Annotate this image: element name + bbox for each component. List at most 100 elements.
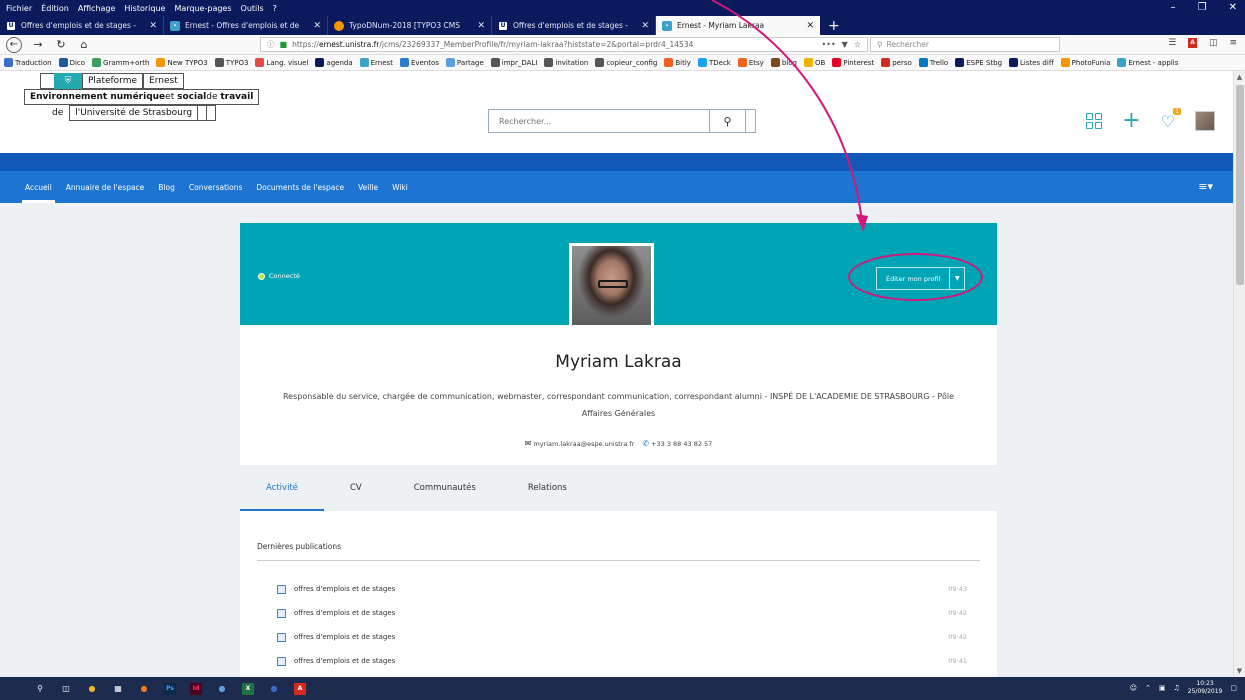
pdf-icon[interactable]: A bbox=[1188, 38, 1197, 48]
bookmark-item[interactable]: blog bbox=[770, 58, 797, 67]
tab-close-icon[interactable]: ✕ bbox=[806, 21, 814, 31]
photoshop-icon[interactable]: Ps bbox=[164, 682, 176, 695]
tab-close-icon[interactable]: ✕ bbox=[313, 21, 321, 31]
menu-history[interactable]: Historique bbox=[124, 4, 165, 13]
bookmark-item[interactable]: Pinterest bbox=[832, 58, 874, 67]
back-icon[interactable]: ← bbox=[6, 36, 22, 53]
sidebar-icon[interactable]: ◫ bbox=[1209, 38, 1218, 48]
bookmark-star-icon[interactable]: ☆ bbox=[854, 40, 861, 49]
add-icon[interactable]: + bbox=[1122, 110, 1140, 132]
info-icon[interactable]: ⓘ bbox=[267, 39, 275, 50]
menu-help[interactable]: ? bbox=[273, 4, 277, 13]
url-bar[interactable]: ⓘ ■ https://ernest.unistra.fr/jcms/23269… bbox=[260, 37, 868, 52]
chevron-up-icon[interactable]: ⌃ bbox=[1145, 684, 1151, 692]
apps-grid-icon[interactable] bbox=[1086, 113, 1103, 129]
bookmark-item[interactable]: Ernest bbox=[359, 58, 393, 67]
sticky-app-icon[interactable]: ● bbox=[86, 683, 98, 695]
bookmark-item[interactable]: Bitly bbox=[664, 58, 691, 67]
list-item[interactable]: offres d'emplois et de stages 09:41 bbox=[277, 655, 967, 667]
tab-close-icon[interactable]: ✕ bbox=[641, 21, 649, 31]
browser-search-input[interactable]: ⚲ Rechercher bbox=[870, 37, 1060, 52]
bookmark-item[interactable]: Lang. visuel bbox=[255, 58, 308, 67]
bookmark-item[interactable]: ESPE Stbg bbox=[955, 58, 1002, 67]
bookmark-item[interactable]: Partage bbox=[445, 58, 484, 67]
search-icon[interactable]: ⚲ bbox=[709, 110, 745, 132]
bookmark-item[interactable]: Trello bbox=[918, 58, 948, 67]
nav-conversations[interactable]: Conversations bbox=[182, 171, 250, 203]
menu-file[interactable]: Fichier bbox=[6, 4, 32, 13]
bookmark-item[interactable]: Etsy bbox=[737, 58, 764, 67]
excel-icon[interactable]: X bbox=[242, 682, 254, 695]
browser-tab-active[interactable]: ⋆ Ernest - Myriam Lakraa ✕ bbox=[656, 16, 820, 35]
menu-icon[interactable]: ≡▾ bbox=[1198, 180, 1213, 193]
menu-tools[interactable]: Outils bbox=[241, 4, 264, 13]
scroll-thumb[interactable] bbox=[1236, 85, 1244, 285]
page-scrollbar[interactable]: ▲ ▼ bbox=[1233, 71, 1245, 677]
ernest-logo[interactable]: ⛨ Plateforme Ernest Environnement numéri… bbox=[24, 73, 260, 121]
menu-edit[interactable]: Édition bbox=[41, 4, 69, 13]
teams-icon[interactable]: ● bbox=[216, 683, 228, 695]
bookmark-item[interactable]: Traduction bbox=[4, 58, 52, 67]
nav-documents[interactable]: Documents de l'espace bbox=[249, 171, 351, 203]
notification-icon[interactable]: ▢ bbox=[1230, 684, 1237, 692]
hamburger-menu-icon[interactable]: ≡ bbox=[1229, 38, 1237, 48]
bookmark-item[interactable]: invitation bbox=[544, 58, 588, 67]
browser-tab[interactable]: U Offres d'emplois et de stages - ✕ bbox=[492, 16, 656, 35]
acrobat-icon[interactable]: A bbox=[294, 682, 306, 695]
bookmark-item[interactable]: Gramm+orth bbox=[92, 58, 149, 67]
bookmark-item[interactable]: Eventos bbox=[399, 58, 439, 67]
avatar[interactable] bbox=[1195, 111, 1215, 131]
tab-cv[interactable]: CV bbox=[324, 465, 388, 511]
nav-wiki[interactable]: Wiki bbox=[385, 171, 415, 203]
bookmark-item[interactable]: Dico bbox=[58, 58, 85, 67]
menu-view[interactable]: Affichage bbox=[78, 4, 116, 13]
firefox-icon[interactable]: ● bbox=[138, 683, 150, 695]
bookmark-item[interactable]: copieur_config bbox=[595, 58, 657, 67]
task-view-icon[interactable]: ◫ bbox=[60, 683, 72, 695]
bookmark-item[interactable]: TYPO3 bbox=[214, 58, 248, 67]
page-actions-icon[interactable]: ••• bbox=[822, 40, 836, 49]
list-item[interactable]: offres d'emplois et de stages 09:42 bbox=[277, 631, 967, 643]
bell-icon[interactable]: ♡ 1 bbox=[1161, 107, 1181, 131]
search-icon[interactable]: ⚲ bbox=[34, 683, 46, 695]
scroll-up-icon[interactable]: ▲ bbox=[1234, 73, 1245, 81]
home-icon[interactable]: ⌂ bbox=[77, 38, 91, 51]
bookmark-item[interactable]: Ernest - applis bbox=[1117, 58, 1178, 67]
tab-communities[interactable]: Communautés bbox=[388, 465, 502, 511]
bookmark-item[interactable]: impr_DALI bbox=[490, 58, 537, 67]
tab-close-icon[interactable]: ✕ bbox=[477, 21, 485, 31]
forward-icon[interactable]: → bbox=[31, 38, 45, 51]
list-item[interactable]: offres d'emplois et de stages 09:43 bbox=[277, 583, 967, 595]
new-tab-icon[interactable]: + bbox=[820, 16, 848, 35]
edge-icon[interactable]: ● bbox=[268, 683, 280, 695]
reload-icon[interactable]: ↻ bbox=[54, 38, 68, 51]
network-icon[interactable]: ▣ bbox=[1159, 684, 1166, 692]
bookmark-item[interactable]: OB bbox=[803, 58, 825, 67]
tab-close-icon[interactable]: ✕ bbox=[149, 21, 157, 31]
site-search-input[interactable] bbox=[489, 110, 709, 132]
tab-activity[interactable]: Activité bbox=[240, 465, 324, 511]
bookmark-item[interactable]: New TYPO3 bbox=[156, 58, 208, 67]
nav-home[interactable]: Accueil bbox=[18, 171, 59, 203]
pocket-icon[interactable]: ▼ bbox=[842, 40, 848, 49]
browser-tab[interactable]: TypoDNum-2018 [TYPO3 CMS ✕ bbox=[328, 16, 492, 35]
nav-watch[interactable]: Veille bbox=[351, 171, 385, 203]
maximize-icon[interactable]: ❐ bbox=[1198, 2, 1207, 13]
bookmark-item[interactable]: TDeck bbox=[697, 58, 731, 67]
nav-directory[interactable]: Annuaire de l'espace bbox=[59, 171, 152, 203]
calculator-icon[interactable]: ▦ bbox=[112, 683, 124, 695]
browser-tab[interactable]: U Offres d'emplois et de stages - ✕ bbox=[0, 16, 164, 35]
people-icon[interactable]: ☺ bbox=[1130, 684, 1137, 692]
list-item[interactable]: offres d'emplois et de stages 09:42 bbox=[277, 607, 967, 619]
minimize-icon[interactable]: – bbox=[1171, 2, 1176, 13]
close-icon[interactable]: ✕ bbox=[1229, 2, 1237, 13]
bookmark-item[interactable]: Listes diff bbox=[1009, 58, 1054, 67]
volume-icon[interactable]: ♫ bbox=[1174, 684, 1180, 692]
nav-blog[interactable]: Blog bbox=[151, 171, 182, 203]
bookmark-item[interactable]: perso bbox=[881, 58, 912, 67]
indesign-icon[interactable]: Id bbox=[190, 682, 202, 695]
scroll-down-icon[interactable]: ▼ bbox=[1234, 667, 1245, 675]
menu-bookmarks[interactable]: Marque-pages bbox=[174, 4, 231, 13]
bookmark-item[interactable]: PhotoFunia bbox=[1060, 58, 1110, 67]
clock[interactable]: 10:23 25/09/2019 bbox=[1188, 680, 1223, 696]
